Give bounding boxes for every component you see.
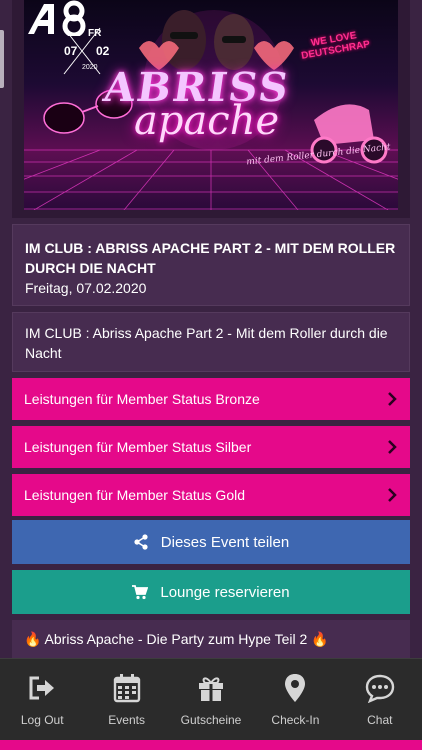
calendar-icon (113, 674, 140, 703)
event-title-card: IM CLUB : ABRISS APACHE PART 2 - MIT DEM… (12, 224, 410, 306)
chevron-right-icon (388, 488, 397, 502)
share-event-button[interactable]: Dieses Event teilen (12, 520, 410, 564)
reserve-lounge-label: Lounge reservieren (160, 583, 290, 601)
nav-check-in[interactable]: Check-In (253, 659, 337, 740)
nav-chat-label: Chat (367, 713, 393, 727)
scroll-indicator (0, 30, 4, 88)
bottom-accent-bar (0, 740, 422, 750)
member-silber-button[interactable]: Leistungen für Member Status Silber (12, 426, 410, 468)
member-silber-label: Leistungen für Member Status Silber (24, 439, 252, 455)
nav-gutscheine-label: Gutscheine (180, 713, 242, 727)
banner-headline-2: apache (134, 98, 280, 144)
member-gold-label: Leistungen für Member Status Gold (24, 487, 246, 503)
member-bronze-button[interactable]: Leistungen für Member Status Bronze (12, 378, 410, 420)
bottom-navigation: Log Out Events Gutscheine Check-In Chat (0, 658, 422, 740)
event-description-card: IM CLUB : Abriss Apache Part 2 - Mit dem… (12, 312, 410, 372)
share-icon (134, 534, 148, 550)
badge-date-right: 02 (96, 44, 110, 58)
nav-events[interactable]: Events (84, 659, 168, 740)
nav-log-out-label: Log Out (20, 713, 64, 727)
share-event-label: Dieses Event teilen (160, 533, 290, 551)
event-banner-image: FR 07 02 2020 ABRISS apache WE LOVE DEUT… (24, 0, 398, 210)
event-date: Freitag, 07.02.2020 (25, 280, 147, 296)
badge-date-left: 07 (64, 44, 78, 58)
event-description: IM CLUB : Abriss Apache Part 2 - Mit dem… (25, 325, 388, 361)
nav-check-in-label: Check-In (271, 713, 320, 727)
nav-events-label: Events (108, 713, 145, 727)
reserve-lounge-button[interactable]: Lounge reservieren (12, 570, 410, 614)
badge-year: 2020 (82, 64, 98, 71)
logout-icon (29, 676, 55, 700)
a8-logo (28, 0, 86, 36)
chevron-right-icon (388, 440, 397, 454)
promo-text: 🔥 Abriss Apache - Die Party zum Hype Tei… (24, 631, 329, 647)
banner-container: FR 07 02 2020 ABRISS apache WE LOVE DEUT… (12, 0, 410, 218)
chevron-right-icon (388, 392, 397, 406)
member-bronze-label: Leistungen für Member Status Bronze (24, 391, 260, 407)
cart-icon (132, 585, 149, 600)
nav-log-out[interactable]: Log Out (0, 659, 84, 740)
chat-icon (365, 674, 395, 703)
nav-chat[interactable]: Chat (338, 659, 422, 740)
event-detail-scroll[interactable]: FR 07 02 2020 ABRISS apache WE LOVE DEUT… (0, 0, 422, 658)
event-title: IM CLUB : ABRISS APACHE PART 2 - MIT DEM… (25, 240, 396, 276)
promo-card: 🔥 Abriss Apache - Die Party zum Hype Tei… (12, 620, 410, 658)
nav-gutscheine[interactable]: Gutscheine (169, 659, 253, 740)
map-marker-icon (285, 674, 306, 702)
member-gold-button[interactable]: Leistungen für Member Status Gold (12, 474, 410, 516)
gift-icon (199, 677, 224, 701)
